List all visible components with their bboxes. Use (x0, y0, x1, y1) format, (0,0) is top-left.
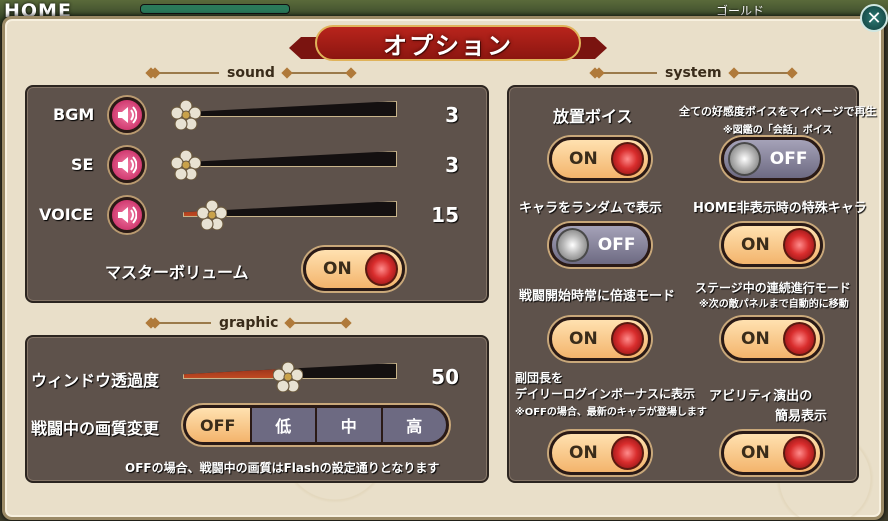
battle-speed-toggle-label: ON (569, 329, 598, 349)
home-hidden-label: HOME非表示時の特殊キャラ (693, 201, 867, 216)
window-transparency-knob-icon[interactable] (272, 361, 304, 393)
vice-leader-label-line1: 副団長を (515, 371, 564, 385)
quality-option-low[interactable]: 低 (249, 408, 316, 442)
ability-label-line1: アビリティ演出の (709, 389, 813, 404)
bgm-slider-knob-icon[interactable] (170, 99, 202, 131)
se-slider-knob-icon[interactable] (170, 149, 202, 181)
toggle-knob-icon (782, 228, 816, 262)
options-dialog: オプション sound BGM 3 SE 3 VOICE 15 マスターボリュー… (2, 16, 884, 520)
se-value: 3 (445, 153, 459, 177)
ability-label-line2: 簡易表示 (775, 409, 828, 424)
vice-leader-toggle-label: ON (569, 443, 598, 463)
stage-continuous-toggle-label: ON (741, 329, 770, 349)
system-section-header: system (595, 65, 792, 81)
bgm-value: 3 (445, 103, 459, 127)
toggle-knob-icon (556, 228, 590, 262)
bgm-slider[interactable] (183, 101, 397, 117)
toggle-knob-icon (782, 322, 816, 356)
voice-value: 15 (431, 203, 459, 227)
quality-option-high[interactable]: 高 (380, 408, 447, 442)
graphic-section-header: graphic (151, 315, 347, 331)
idle-voice-toggle-label: ON (569, 149, 598, 169)
voice-speaker-icon[interactable] (109, 197, 145, 233)
stage-continuous-label: ステージ中の連続進行モード (695, 281, 851, 295)
affection-voice-toggle-label: OFF (769, 149, 808, 169)
quality-option-off[interactable]: OFF (186, 408, 250, 442)
battle-quality-selector[interactable]: OFF 低 中 高 (183, 405, 449, 445)
sound-section-header: sound (151, 65, 351, 81)
se-label: SE (71, 155, 94, 174)
toggle-knob-icon (782, 436, 816, 470)
home-hidden-toggle[interactable]: ON (721, 223, 823, 267)
ability-toggle-label: ON (741, 443, 770, 463)
close-icon: ✕ (866, 7, 882, 29)
master-volume-label: マスターボリューム (105, 263, 249, 282)
sound-header-label: sound (227, 65, 275, 81)
system-panel: 放置ボイス ON 全ての好感度ボイスをマイページで再生 ※図鑑の「会話」ボイス … (507, 85, 876, 483)
random-chara-toggle-label: OFF (597, 235, 636, 255)
master-volume-toggle-label: ON (323, 259, 352, 279)
title-banner: オプション (289, 23, 607, 65)
battle-quality-label: 戦闘中の画質変更 (31, 419, 160, 438)
window-transparency-label: ウィンドウ透過度 (31, 371, 160, 390)
vice-leader-label-line2: デイリーログインボーナスに表示 (515, 387, 696, 401)
toggle-knob-icon (364, 252, 398, 286)
random-chara-label: キャラをランダムで表示 (519, 201, 663, 216)
home-hidden-toggle-label: ON (741, 235, 770, 255)
bgm-label: BGM (53, 105, 95, 124)
quality-option-mid[interactable]: 中 (315, 408, 381, 442)
toggle-knob-icon (610, 322, 644, 356)
bgm-speaker-icon[interactable] (109, 97, 145, 133)
battle-speed-label: 戦闘開始時常に倍速モード (519, 289, 676, 304)
stage-continuous-note: ※次の敵パネルまで自動的に移動 (699, 299, 849, 310)
system-header-label: system (665, 65, 722, 81)
battle-speed-toggle[interactable]: ON (549, 317, 651, 361)
idle-voice-toggle[interactable]: ON (549, 137, 651, 181)
ability-toggle[interactable]: ON (721, 431, 823, 475)
vice-leader-note: ※OFFの場合、最新のキャラが登場します (515, 407, 707, 418)
quality-note: OFFの場合、戦闘中の画質はFlashの設定通りとなります (125, 461, 440, 475)
status-bar (140, 4, 290, 14)
idle-voice-label: 放置ボイス (553, 107, 633, 126)
se-speaker-icon[interactable] (109, 147, 145, 183)
voice-slider-knob-icon[interactable] (196, 199, 228, 231)
vice-leader-toggle[interactable]: ON (549, 431, 651, 475)
se-slider[interactable] (183, 151, 397, 167)
toggle-knob-icon (610, 436, 644, 470)
graphic-header-label: graphic (219, 315, 279, 331)
close-button[interactable]: ✕ (860, 4, 888, 32)
window-transparency-value: 50 (431, 365, 459, 389)
affection-voice-toggle[interactable]: OFF (721, 137, 823, 181)
toggle-knob-icon (728, 142, 762, 176)
dialog-title: オプション (383, 31, 513, 60)
sound-panel: BGM 3 SE 3 VOICE 15 マスターボリューム ON (25, 85, 489, 303)
affection-voice-label: 全ての好感度ボイスをマイページで再生 (679, 105, 877, 118)
random-chara-toggle[interactable]: OFF (549, 223, 651, 267)
master-volume-toggle[interactable]: ON (303, 247, 405, 291)
stage-continuous-toggle[interactable]: ON (721, 317, 823, 361)
toggle-knob-icon (610, 142, 644, 176)
affection-voice-note: ※図鑑の「会話」ボイス (723, 125, 833, 136)
voice-label: VOICE (39, 205, 94, 224)
